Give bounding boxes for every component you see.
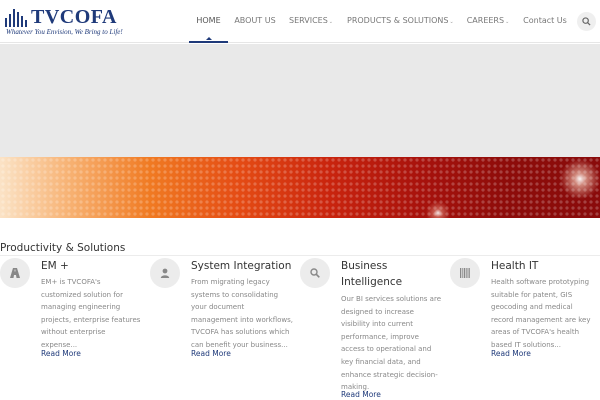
nav-item-contact-us[interactable]: Contact Us bbox=[523, 0, 567, 43]
card-description: Our BI services solutions are designed t… bbox=[341, 293, 451, 394]
card-description: EM+ is TVCOFA's customized solution for … bbox=[41, 276, 146, 352]
section-divider bbox=[0, 255, 600, 256]
nav-item-label: CAREERS bbox=[466, 16, 505, 25]
card-title-line: Business bbox=[341, 260, 388, 272]
search-button[interactable] bbox=[577, 12, 596, 31]
card-description-line: your document bbox=[191, 303, 245, 312]
card-description-line: suitable for patent, GIS bbox=[491, 290, 573, 299]
card-description-line: Health software prototyping bbox=[491, 278, 590, 286]
nav-item-label: ABOUT US bbox=[234, 16, 276, 25]
card-icon-circle bbox=[450, 258, 480, 288]
barcode-icon bbox=[460, 268, 470, 278]
nav-item-products-solutions[interactable]: PRODUCTS & SOLUTIONS⌄ bbox=[347, 0, 454, 43]
nav-item-careers[interactable]: CAREERS⌄ bbox=[466, 0, 510, 43]
search-icon bbox=[582, 17, 591, 26]
search-icon bbox=[310, 268, 320, 278]
card-description-line: key financial data, and bbox=[341, 357, 421, 366]
nav-item-label: SERVICES bbox=[288, 16, 328, 25]
nav-item-label: Contact Us bbox=[523, 16, 567, 25]
card-description: Health software prototyping suitable for… bbox=[491, 276, 600, 352]
card-read-more-link[interactable]: Read More bbox=[491, 349, 531, 358]
card-title: System Integration bbox=[191, 260, 292, 272]
user-icon bbox=[160, 268, 170, 278]
section-title: Productivity & Solutions bbox=[0, 242, 126, 254]
card-description-line: TVCOFA has solutions which bbox=[191, 328, 290, 337]
card-description-line: enhance strategic decision- bbox=[341, 370, 438, 379]
logo-bars-icon bbox=[5, 9, 30, 27]
logo-tagline: Whatever You Envision, We Bring to Life! bbox=[6, 28, 123, 36]
card-description-line: visibility into current bbox=[341, 320, 413, 329]
card-icon-circle bbox=[150, 258, 180, 288]
card-title-line: Intelligence bbox=[341, 276, 403, 288]
nav-item-label: HOME bbox=[196, 16, 221, 25]
card-description-line: areas of TVCOFA's health bbox=[491, 328, 580, 337]
card-title: Health IT bbox=[491, 260, 539, 272]
card-description: From migrating legacy systems to consoli… bbox=[191, 276, 301, 352]
card-description-line: without enterprise bbox=[41, 328, 106, 337]
chevron-down-icon: ⌄ bbox=[449, 19, 454, 25]
site-logo[interactable]: TVCOFA Whatever You Envision, We Bring t… bbox=[5, 6, 150, 36]
card-description-line: customized solution for bbox=[41, 290, 123, 299]
card-description-line: designed to increase bbox=[341, 307, 414, 316]
nav-item-label: PRODUCTS & SOLUTIONS bbox=[347, 16, 449, 25]
card-description-line: EM+ is TVCOFA's bbox=[41, 278, 101, 286]
card-read-more-link[interactable]: Read More bbox=[341, 390, 381, 399]
card-icon-circle bbox=[300, 258, 330, 288]
card-title: EM + bbox=[41, 260, 69, 272]
card-description-line: From migrating legacy bbox=[191, 278, 270, 286]
card-description-line: managing engineering bbox=[41, 303, 121, 312]
card-description-line: record management are key bbox=[491, 315, 591, 324]
card-description-line: geocoding and medical bbox=[491, 303, 573, 312]
card-read-more-link[interactable]: Read More bbox=[41, 349, 81, 358]
card-description-line: access to operational and bbox=[341, 345, 432, 354]
card-read-more-link[interactable]: Read More bbox=[191, 349, 231, 358]
chevron-down-icon: ⌄ bbox=[505, 19, 510, 25]
card-title: Business Intelligence bbox=[341, 258, 402, 290]
site-header: TVCOFA Whatever You Envision, We Bring t… bbox=[0, 0, 600, 43]
road-icon bbox=[10, 268, 20, 278]
nav-item-services[interactable]: SERVICES⌄ bbox=[287, 0, 335, 43]
card-description-line: Our BI services solutions are bbox=[341, 295, 441, 303]
card-description-line: systems to consolidating bbox=[191, 290, 279, 299]
hero-slider bbox=[0, 44, 600, 157]
card-description-line: projects, enterprise features bbox=[41, 315, 141, 324]
chevron-down-icon: ⌄ bbox=[328, 19, 333, 25]
card-description-line: management into workflows, bbox=[191, 315, 293, 324]
logo-name: TVCOFA bbox=[31, 6, 117, 28]
nav-item-home[interactable]: HOME bbox=[189, 0, 228, 43]
card-description-line: performance, improve bbox=[341, 332, 419, 341]
nav-item-about-us[interactable]: ABOUT US bbox=[229, 0, 281, 43]
hero-banner-pattern bbox=[0, 157, 600, 218]
card-icon-circle bbox=[0, 258, 30, 288]
